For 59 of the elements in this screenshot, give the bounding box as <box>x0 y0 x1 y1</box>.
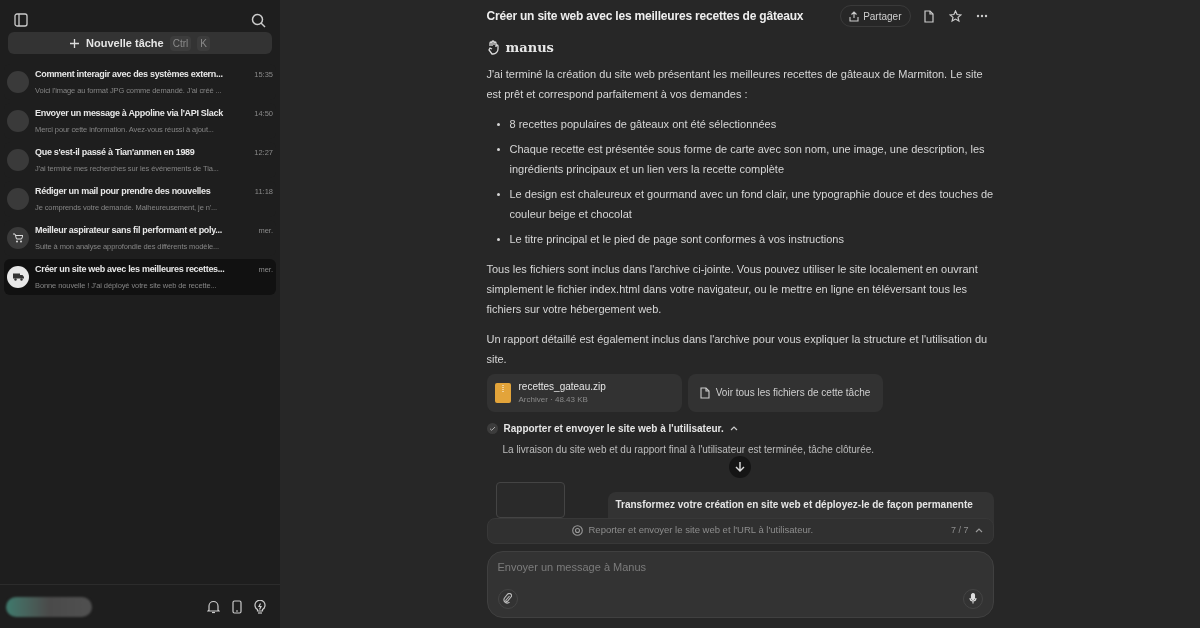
author-name: manus <box>505 39 554 57</box>
task-title: Rédiger un mail pour prendre des nouvelles <box>35 185 211 199</box>
avatar <box>7 188 29 210</box>
message-paragraph: J'ai terminé la création du site web présentant les meilleures recettes de gâteaux de Marmiton. Le site est prêt et correspond parfaitement à vos demandes : <box>486 66 984 102</box>
step-detail: La livraison du site web et du rapport final à l'utilisateur est terminée, tâche clôturée. <box>502 442 876 457</box>
user-message: Transformez votre création en site web et déployez-le de façon permanente <box>615 497 974 512</box>
task-text: Reporter et envoyer le site web et l'URL à l'utilisateur. <box>588 523 815 538</box>
plus-icon <box>70 38 80 48</box>
file-meta: Archiver · 48.43 KB <box>518 394 589 406</box>
star-icon[interactable] <box>948 9 962 23</box>
zip-file-icon <box>494 382 511 403</box>
truck-icon <box>12 273 24 281</box>
search-icon[interactable] <box>251 12 266 28</box>
keyboard-key: K <box>197 35 210 51</box>
message-paragraph: Tous les fichiers sont inclus dans l'archive ci-jointe. Vous pouvez utiliser le site localement en ouvrant simplement le fichier index.html dans votre navigateur, ou le mettre en ligne en téléversant tous les fichiers sur votre hébergement web. <box>486 261 979 317</box>
all-files-button[interactable]: Voir tous les fichiers de cette tâche <box>687 373 883 412</box>
share-icon <box>849 10 860 22</box>
chevron-up-icon <box>974 528 983 533</box>
bell-icon[interactable] <box>207 599 220 614</box>
bullet-text: Chaque recette est présentée sous forme de carte avec son nom, une image, une description, les ingrédients principaux et un lien vers la recette complète <box>509 141 986 177</box>
sidebar-toggle-icon[interactable] <box>14 13 28 27</box>
message-composer[interactable]: Envoyer un message à Manus <box>486 550 994 618</box>
task-title: Que s'est-il passé à Tian'anmen en 1989 <box>35 146 195 160</box>
message-paragraph: Un rapport détaillé est également inclus dans l'archive pour vous expliquer la structure et l'utilisation du site. <box>486 331 989 367</box>
task-status-bar[interactable]: Reporter et envoyer le site web et l'URL à l'utilisateur. 7 / 7 <box>486 517 994 544</box>
new-task-button[interactable]: Nouvelle tâche Ctrl K <box>8 32 272 54</box>
task-count: 7 / 7 <box>951 523 969 537</box>
chevron-up-icon[interactable] <box>729 425 738 431</box>
task-title: Comment interagir avec des systèmes extern... <box>35 68 223 82</box>
paperclip-icon <box>503 593 512 604</box>
document-icon[interactable] <box>922 9 935 23</box>
cart-icon <box>13 233 23 243</box>
profile-pill[interactable] <box>6 596 92 617</box>
page-thumbnail[interactable] <box>495 481 565 518</box>
document-icon <box>699 386 710 399</box>
check-circle-icon <box>486 422 498 434</box>
message-input[interactable]: Envoyer un message à Manus <box>497 559 983 576</box>
bullet-text: Le titre principal et le pied de page sont conformes à vos instructions <box>509 231 844 247</box>
more-icon[interactable] <box>975 14 988 18</box>
hand-logo-icon <box>486 40 500 56</box>
file-name: recettes_gateau.zip <box>518 380 606 394</box>
bullet-text: 8 recettes populaires de gâteaux ont été sélectionnées <box>509 116 777 132</box>
task-title: Meilleur aspirateur sans fil performant et poly... <box>35 224 222 238</box>
chat-title: Créer un site web avec les meilleures recettes de gâteaux <box>486 8 805 25</box>
avatar <box>7 110 29 132</box>
bullet-text: Le design est chaleureux et gourmand avec un fond clair, une typographie douce et des touches de couleur beige et chocolat <box>509 186 994 222</box>
avatar <box>7 71 29 93</box>
avatar <box>7 149 29 171</box>
target-icon <box>571 525 583 536</box>
attachment-card[interactable]: recettes_gateau.zip Archiver · 48.43 KB <box>486 373 682 412</box>
phone-icon[interactable] <box>232 599 242 614</box>
task-title: Créer un site web avec les meilleures recettes... <box>35 263 225 277</box>
arrow-down-icon <box>735 461 745 472</box>
task-title: Envoyer un message à Appoline via l'API Slack <box>35 107 223 121</box>
keyboard-key: Ctrl <box>169 35 192 51</box>
microphone-icon <box>968 593 977 604</box>
step-title: Rapporter et envoyer le site web à l'utilisateur. <box>503 421 724 436</box>
lightbulb-icon[interactable] <box>254 599 266 614</box>
scroll-down-button[interactable] <box>729 455 751 478</box>
